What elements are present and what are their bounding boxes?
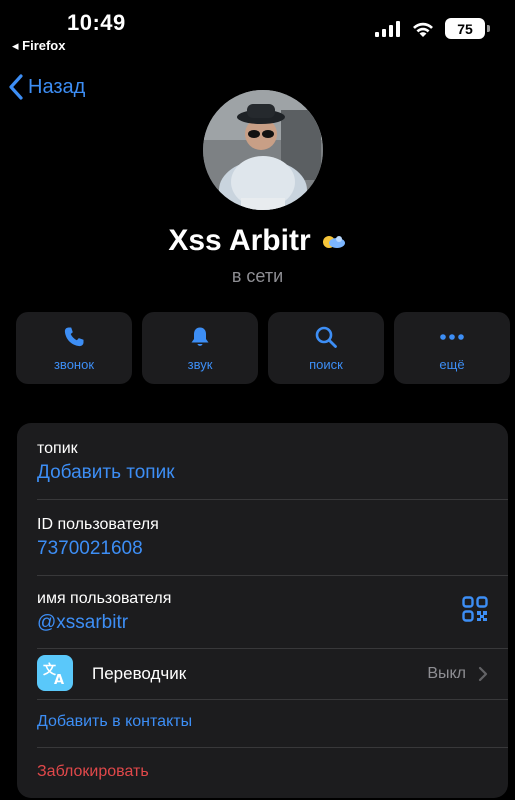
username-row[interactable]: имя пользователя @xssarbitr bbox=[17, 576, 508, 648]
topic-row[interactable]: топик Добавить топик bbox=[17, 423, 508, 499]
sound-button-label: звук bbox=[187, 356, 213, 372]
back-button[interactable]: Назад bbox=[8, 74, 85, 100]
divider bbox=[37, 699, 508, 700]
user-id-label: ID пользователя bbox=[37, 516, 159, 533]
cellular-signal-icon bbox=[375, 20, 400, 37]
status-bar: 10:49 ◂ Firefox 75 bbox=[0, 0, 515, 60]
add-to-contacts-button[interactable]: Добавить в контакты bbox=[37, 713, 192, 731]
profile-avatar[interactable] bbox=[203, 90, 323, 210]
phone-icon bbox=[64, 327, 84, 346]
status-icons: 75 bbox=[375, 18, 490, 39]
search-icon bbox=[315, 326, 337, 348]
username-label: имя пользователя bbox=[37, 590, 172, 607]
emoji-status-icon[interactable] bbox=[319, 231, 347, 251]
username-value[interactable]: @xssarbitr bbox=[37, 612, 128, 634]
info-card: топик Добавить топик ID пользователя 737… bbox=[17, 423, 508, 798]
translator-value: Выкл bbox=[427, 665, 466, 682]
translator-label: Переводчик bbox=[92, 664, 187, 683]
bell-icon bbox=[191, 327, 209, 346]
more-button-label: ещё bbox=[439, 356, 465, 372]
topic-label: топик bbox=[37, 440, 78, 457]
more-button[interactable]: ещё bbox=[394, 312, 510, 384]
search-button[interactable]: поиск bbox=[268, 312, 384, 384]
profile-name: Xss Arbitr bbox=[168, 224, 311, 257]
user-id-row[interactable]: ID пользователя 7370021608 bbox=[17, 500, 508, 575]
status-time: 10:49 bbox=[67, 10, 126, 35]
action-buttons: звонок звук поиск ещё bbox=[16, 312, 510, 384]
svg-text:A: A bbox=[54, 673, 64, 687]
battery-indicator: 75 bbox=[445, 18, 490, 39]
translate-icon: 文 A bbox=[37, 655, 73, 691]
qr-code-icon[interactable] bbox=[462, 596, 488, 622]
wifi-icon bbox=[413, 22, 433, 37]
user-id-value[interactable]: 7370021608 bbox=[37, 538, 143, 560]
chevron-right-icon bbox=[478, 666, 488, 682]
sound-button[interactable]: звук bbox=[142, 312, 258, 384]
search-button-label: поиск bbox=[309, 356, 343, 372]
block-user-button[interactable]: Заблокировать bbox=[37, 763, 149, 781]
return-to-app-link[interactable]: ◂ Firefox bbox=[12, 38, 65, 54]
presence-status: в сети bbox=[231, 266, 284, 286]
call-button-label: звонок bbox=[53, 356, 95, 372]
profile-name-row: Xss Arbitr bbox=[0, 224, 515, 258]
chevron-left-icon bbox=[9, 74, 23, 100]
divider bbox=[37, 747, 508, 748]
back-label: Назад bbox=[28, 75, 86, 98]
add-topic-link[interactable]: Добавить топик bbox=[37, 462, 175, 484]
avatar-photo bbox=[203, 90, 323, 210]
call-button[interactable]: звонок bbox=[16, 312, 132, 384]
more-icon bbox=[440, 333, 464, 340]
